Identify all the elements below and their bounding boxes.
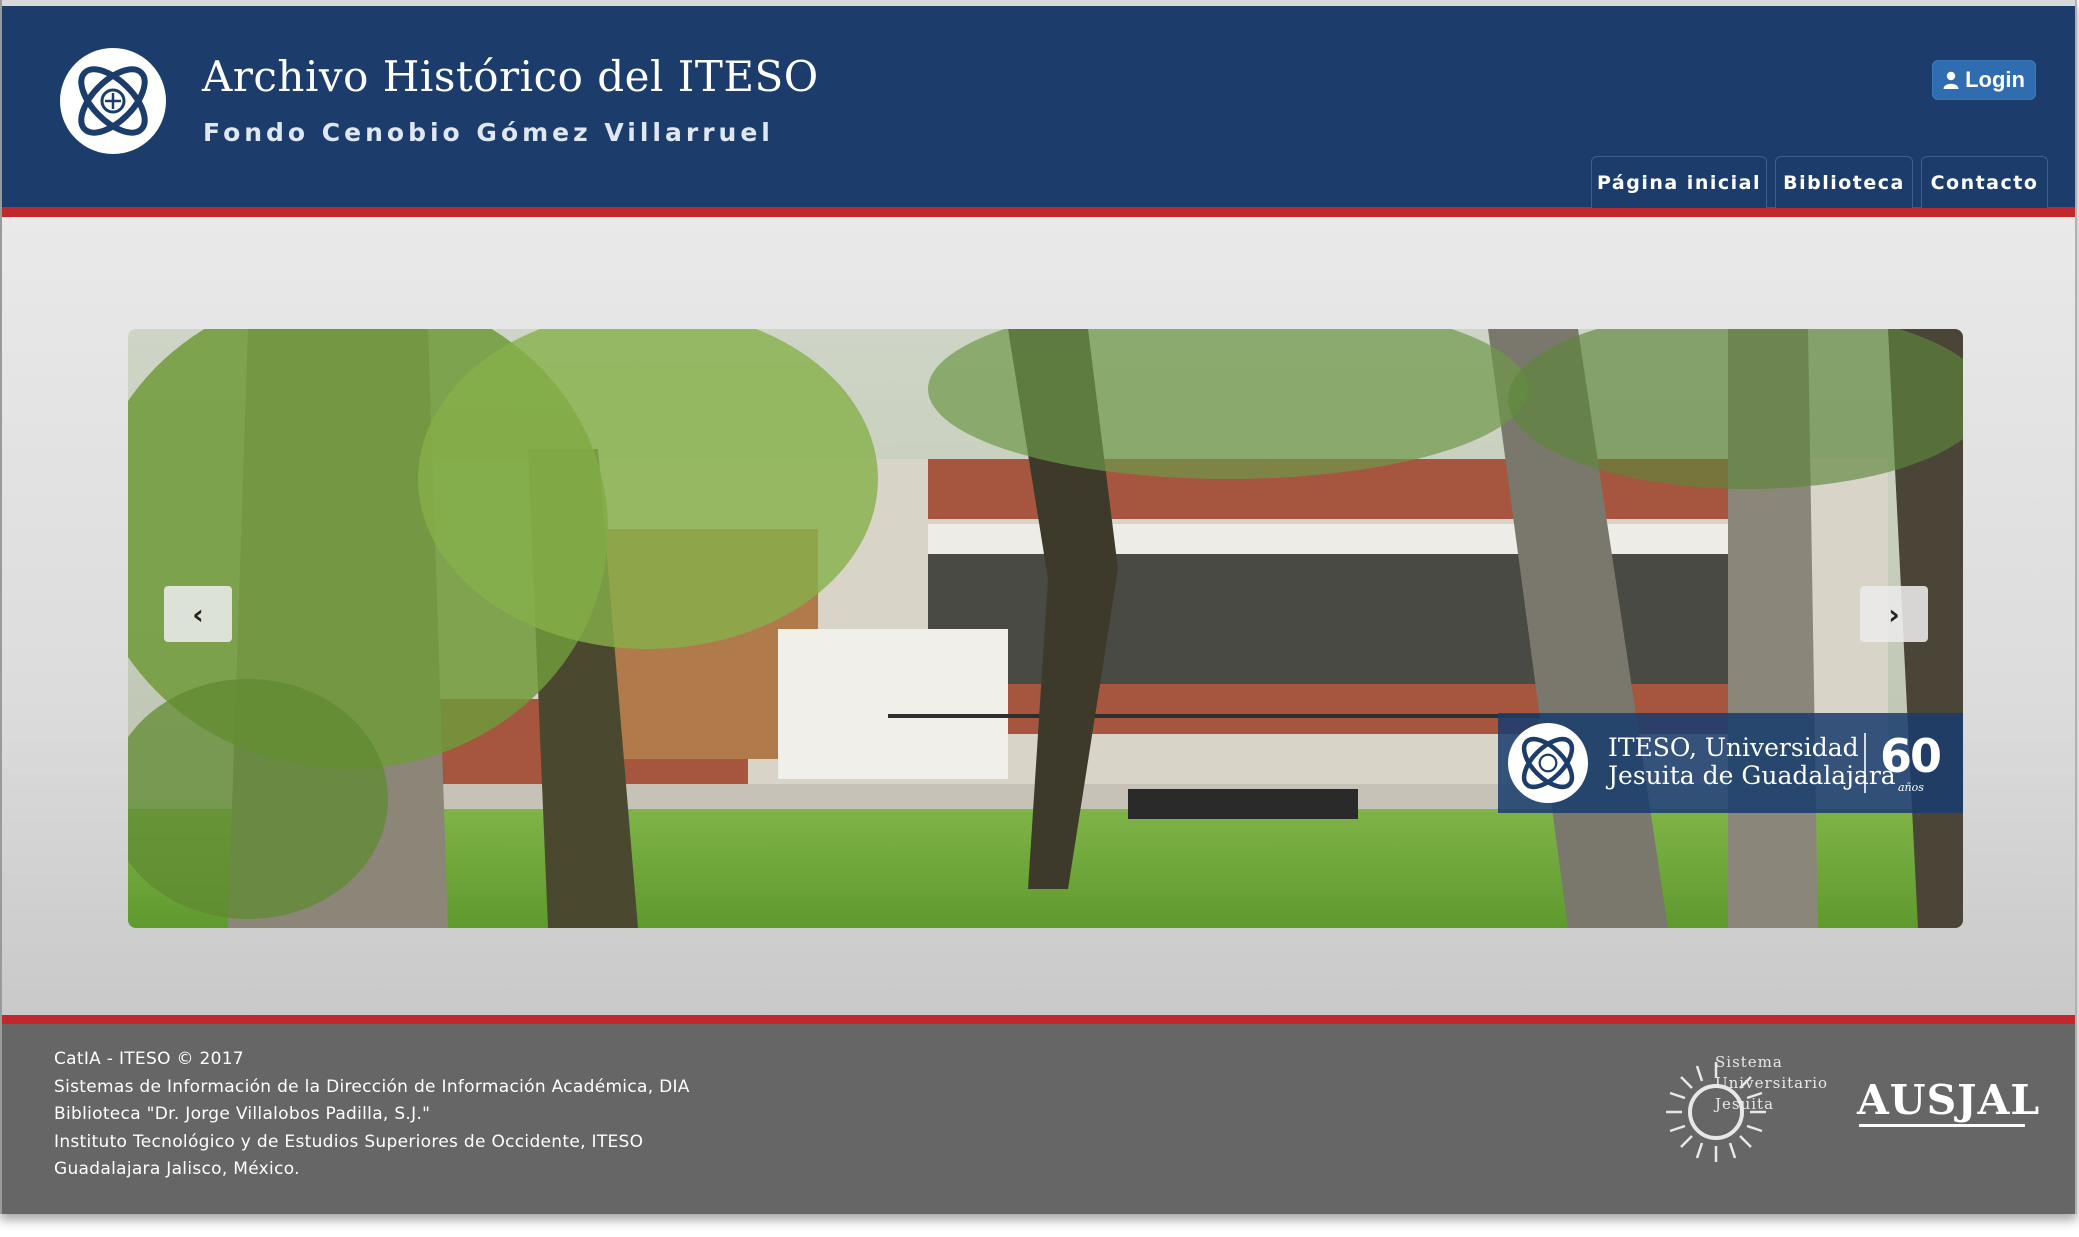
carousel-prev-button[interactable]: ‹ <box>164 586 232 642</box>
footer-line: Guadalajara Jalisco, México. <box>54 1159 300 1179</box>
login-button[interactable]: Login <box>1932 60 2036 100</box>
nav-item-contacto[interactable]: Contacto <box>1921 156 2048 208</box>
footer-line: Instituto Tecnológico y de Estudios Supe… <box>54 1131 644 1152</box>
suj-line: Jesuita <box>1715 1095 1775 1113</box>
ausjal-logo[interactable]: AUSJAL <box>1857 1076 2040 1124</box>
page: Archivo Histórico del ITESO Fondo Cenobi… <box>0 0 2077 1214</box>
footer-line: CatIA - ITESO © 2017 <box>54 1049 244 1069</box>
footer-line: Biblioteca "Dr. Jorge Villalobos Padilla… <box>54 1104 431 1124</box>
ausjal-underline <box>1859 1124 2025 1127</box>
suj-logo-text: Sistema Universitario Jesuita <box>1715 1052 1828 1115</box>
suj-line: Sistema <box>1715 1053 1783 1071</box>
iteso-logo-icon <box>78 66 148 136</box>
nav-item-biblioteca[interactable]: Biblioteca <box>1775 156 1913 208</box>
site-subtitle: Fondo Cenobio Gómez Villarruel <box>203 118 774 147</box>
campus-photo <box>128 329 1963 928</box>
footer-line: Sistemas de Información de la Dirección … <box>54 1076 690 1097</box>
image-carousel[interactable] <box>128 329 1963 928</box>
chevron-left-icon: ‹ <box>192 597 204 631</box>
footer-accent-stripe <box>2 1015 2075 1024</box>
suj-line: Universitario <box>1715 1074 1829 1092</box>
iteso-logo[interactable] <box>60 48 166 154</box>
site-title[interactable]: Archivo Histórico del ITESO <box>202 52 819 101</box>
chevron-right-icon: › <box>1888 597 1900 631</box>
nav-item-pagina-inicial[interactable]: Página inicial <box>1591 156 1767 208</box>
user-icon <box>1943 71 1959 89</box>
header-accent-stripe <box>2 207 2075 217</box>
login-label: Login <box>1965 67 2025 92</box>
carousel-next-button[interactable]: › <box>1860 586 1928 642</box>
footer-credits: CatIA - ITESO © 2017 Sistemas de Informa… <box>54 1046 690 1184</box>
